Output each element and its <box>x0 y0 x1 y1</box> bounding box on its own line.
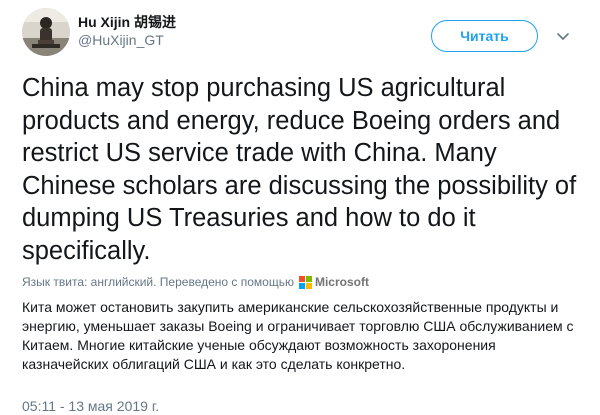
tweet-text: China may stop purchasing US agricultura… <box>22 74 577 265</box>
translated-text: Кита может остановить закупить американс… <box>22 299 574 372</box>
tweet-card: Hu Xijin 胡锡进 @HuXijin_GT Читать China ma… <box>0 0 600 415</box>
chevron-down-icon[interactable] <box>555 28 571 44</box>
translator-name: Microsoft <box>314 275 369 289</box>
microsoft-squares-icon <box>298 275 312 289</box>
follow-button[interactable]: Читать <box>431 20 538 52</box>
author-handle[interactable]: @HuXijin_GT <box>78 32 164 48</box>
avatar[interactable] <box>22 8 70 56</box>
avatar-photo <box>22 8 70 56</box>
tweet-timestamp[interactable]: 05:11 - 13 мая 2019 г. <box>22 398 159 414</box>
author-name[interactable]: Hu Xijin 胡锡进 <box>78 12 176 32</box>
microsoft-logo-icon[interactable]: Microsoft <box>298 275 369 289</box>
translation-attribution: Язык твита: английский. Переведено с пом… <box>22 275 369 289</box>
translation-meta-text: Язык твита: английский. Переведено с пом… <box>22 275 294 289</box>
